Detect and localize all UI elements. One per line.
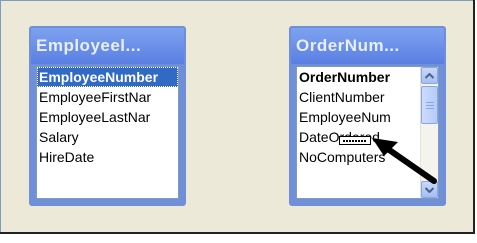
arrow-pointer-icon <box>372 138 437 184</box>
relationships-canvas[interactable]: Employeel... EmployeeNumber EmployeeFirs… <box>0 0 477 243</box>
